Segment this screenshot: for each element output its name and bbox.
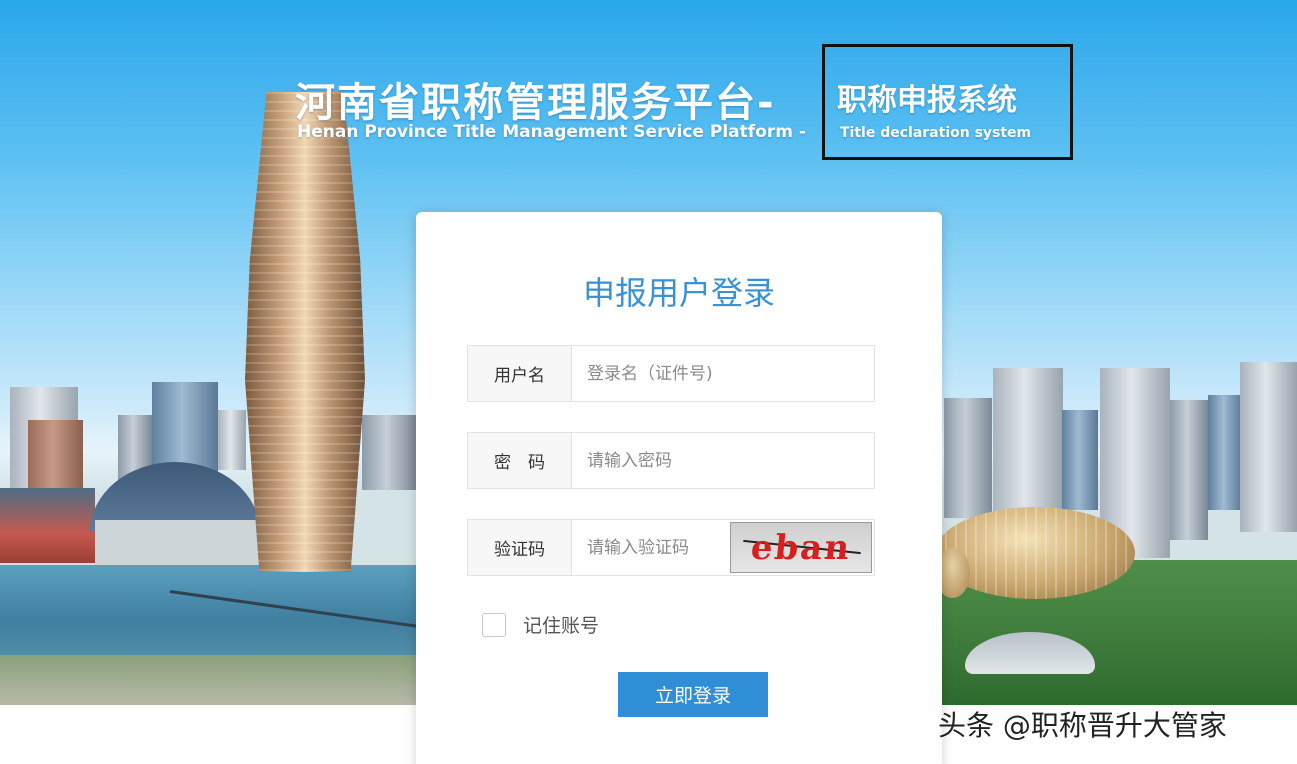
captcha-label: 验证码: [468, 520, 572, 575]
background-building: [362, 415, 416, 490]
background-building: [1208, 395, 1242, 510]
password-label: 密 码: [468, 433, 572, 488]
background-building: [218, 410, 246, 470]
tower-building: [245, 92, 365, 572]
username-input[interactable]: [572, 346, 874, 401]
username-label: 用户名: [468, 346, 572, 401]
captcha-row: 验证码 eban: [467, 519, 875, 576]
remember-account: 记住账号: [482, 611, 599, 638]
login-title: 申报用户登录: [582, 274, 775, 312]
captcha-input[interactable]: [572, 520, 722, 575]
background-building: [944, 398, 992, 518]
background-building: [1062, 410, 1098, 510]
watermark: 头条 @职称晋升大管家: [938, 709, 1227, 742]
site-title: 河南省职称管理服务平台-: [295, 80, 776, 126]
exhibition-hall: [0, 488, 95, 563]
background-building: [1240, 362, 1297, 532]
background-building: [28, 420, 83, 498]
shore: [0, 655, 420, 705]
background-building: [1170, 400, 1208, 540]
password-input[interactable]: [572, 433, 874, 488]
password-row: 密 码: [467, 432, 875, 489]
remember-label[interactable]: 记住账号: [523, 611, 599, 638]
annotation-highlight-box: [822, 44, 1073, 160]
login-card: 申报用户登录 用户名 密 码 验证码 eban 记住账号 立即登录: [416, 212, 942, 764]
username-row: 用户名: [467, 345, 875, 402]
background-building: [993, 368, 1063, 518]
remember-checkbox[interactable]: [482, 612, 506, 637]
dome-base: [95, 520, 260, 565]
login-button[interactable]: 立即登录: [618, 672, 768, 717]
site-title-english: Henan Province Title Management Service …: [297, 122, 806, 142]
captcha-text: eban: [748, 527, 854, 568]
captcha-image[interactable]: eban: [730, 522, 872, 573]
